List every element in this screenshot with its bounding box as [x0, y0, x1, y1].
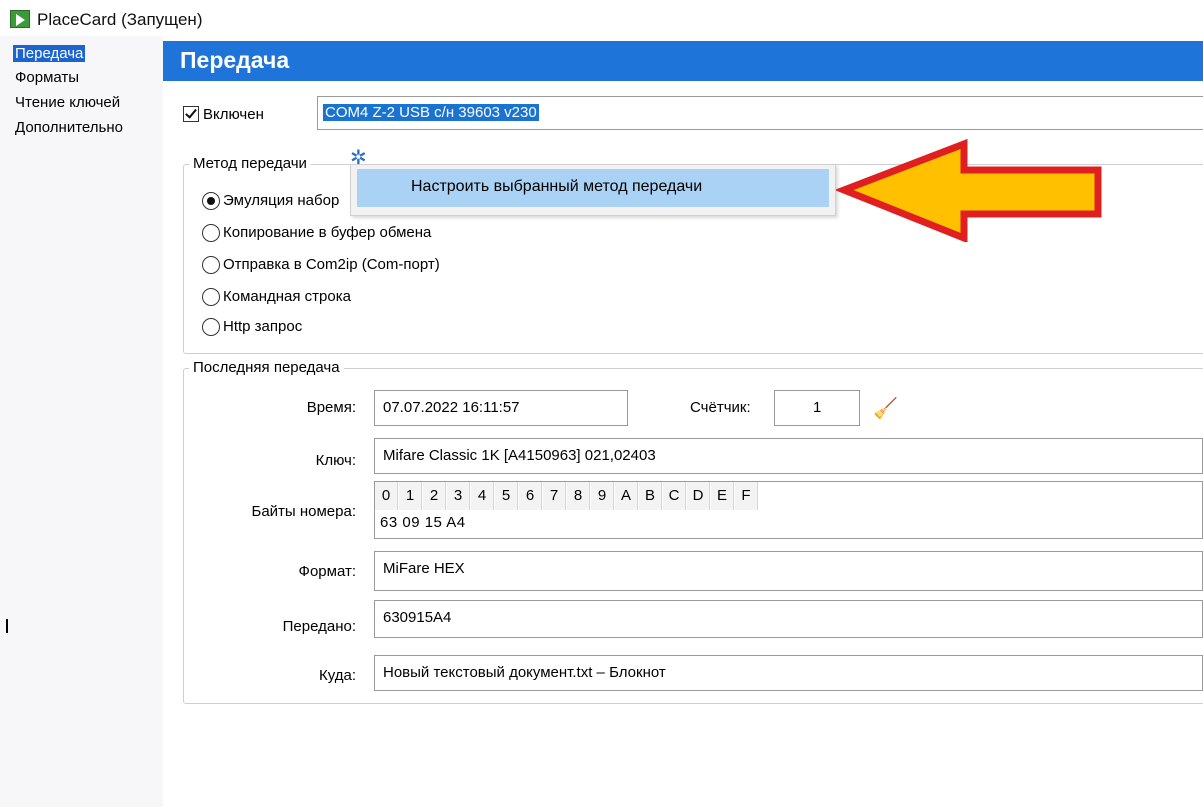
- app-icon: [10, 10, 30, 28]
- sidebar-splitter-mark: [6, 619, 8, 633]
- sidebar: Передача Форматы Чтение ключей Дополните…: [0, 36, 163, 807]
- destination-value: Новый текстовый документ.txt – Блокнот: [383, 664, 666, 681]
- hex-column-header: 0: [375, 482, 398, 510]
- configure-method-menu-label: Настроить выбранный метод передачи: [411, 178, 703, 195]
- bytes-grid: 0 1 2 3 4 5 6 7 8 9 A B C D E F 63 09 15…: [374, 481, 1203, 539]
- hex-column-header: 3: [447, 482, 470, 510]
- hex-column-header: D: [687, 482, 710, 510]
- sidebar-item-transfer[interactable]: Передача: [13, 45, 86, 62]
- radio-command-line-label[interactable]: Командная строка: [223, 288, 351, 305]
- radio-clipboard-label[interactable]: Копирование в буфер обмена: [223, 224, 431, 241]
- hex-column-header: 8: [567, 482, 590, 510]
- method-group-title: Метод передачи: [189, 155, 311, 172]
- key-label: Ключ:: [315, 452, 356, 469]
- radio-com2ip-label[interactable]: Отправка в Com2ip (Com-порт): [223, 256, 440, 273]
- sent-field: 630915A4: [374, 600, 1203, 638]
- configure-method-menu-item[interactable]: Настроить выбранный метод передачи: [357, 169, 829, 207]
- hex-column-header: 1: [399, 482, 422, 510]
- window-title: PlaceCard (Запущен): [37, 10, 203, 29]
- sidebar-item-advanced[interactable]: Дополнительно: [15, 119, 123, 136]
- format-value: MiFare HEX: [383, 560, 465, 577]
- sidebar-item-key-reading[interactable]: Чтение ключей: [15, 94, 120, 111]
- hex-column-header: 6: [519, 482, 542, 510]
- key-value: Mifare Classic 1K [A4150963] 021,02403: [383, 447, 656, 464]
- sent-label: Передано:: [282, 618, 356, 635]
- page-header: Передача: [163, 41, 1203, 81]
- counter-value: 1: [813, 399, 822, 416]
- hex-column-header: 2: [423, 482, 446, 510]
- broom-icon[interactable]: 🧹: [873, 396, 898, 421]
- radio-clipboard[interactable]: [202, 224, 220, 242]
- enabled-checkbox[interactable]: [183, 106, 199, 122]
- bytes-value: 63 09 15 A4: [380, 514, 466, 531]
- time-value: 07.07.2022 16:11:57: [383, 399, 520, 416]
- last-transfer-group-title: Последняя передача: [189, 359, 344, 376]
- hex-column-header: F: [735, 482, 758, 510]
- radio-com2ip[interactable]: [202, 256, 220, 274]
- counter-field: 1: [774, 390, 860, 426]
- hex-column-header: A: [615, 482, 638, 510]
- radio-keyboard-emulation[interactable]: [202, 192, 220, 210]
- hex-column-header: B: [639, 482, 662, 510]
- port-select[interactable]: COM4 Z-2 USB с/н 39603 v230: [317, 96, 1203, 130]
- hex-column-header: 5: [495, 482, 518, 510]
- sidebar-item-formats[interactable]: Форматы: [15, 69, 79, 86]
- hex-column-header: 4: [471, 482, 494, 510]
- radio-command-line[interactable]: [202, 288, 220, 306]
- hex-column-header: C: [663, 482, 686, 510]
- bytes-grid-header: 0 1 2 3 4 5 6 7 8 9 A B C D E F: [375, 482, 1202, 510]
- format-field: MiFare HEX: [374, 551, 1203, 591]
- bytes-label: Байты номера:: [251, 503, 356, 520]
- counter-label: Счётчик:: [690, 399, 751, 416]
- format-label: Формат:: [298, 563, 356, 580]
- radio-http-label[interactable]: Http запрос: [223, 318, 302, 335]
- context-menu: Настроить выбранный метод передачи: [350, 164, 836, 216]
- time-field: 07.07.2022 16:11:57: [374, 390, 628, 426]
- hex-column-header: E: [711, 482, 734, 510]
- title-bar: PlaceCard (Запущен): [0, 0, 1203, 36]
- hex-column-header: 7: [543, 482, 566, 510]
- callout-arrow-icon: [836, 138, 1102, 242]
- check-icon: [185, 106, 197, 119]
- page-title: Передача: [180, 47, 290, 73]
- sent-value: 630915A4: [383, 609, 452, 626]
- destination-field: Новый текстовый документ.txt – Блокнот: [374, 655, 1203, 691]
- enabled-label[interactable]: Включен: [203, 106, 264, 123]
- destination-label: Куда:: [318, 667, 356, 684]
- hex-column-header: 9: [591, 482, 614, 510]
- radio-http[interactable]: [202, 318, 220, 336]
- radio-keyboard-emulation-label[interactable]: Эмуляция набор: [223, 192, 339, 209]
- port-value: COM4 Z-2 USB с/н 39603 v230: [323, 104, 539, 121]
- time-label: Время:: [306, 399, 356, 416]
- key-field: Mifare Classic 1K [A4150963] 021,02403: [374, 438, 1203, 474]
